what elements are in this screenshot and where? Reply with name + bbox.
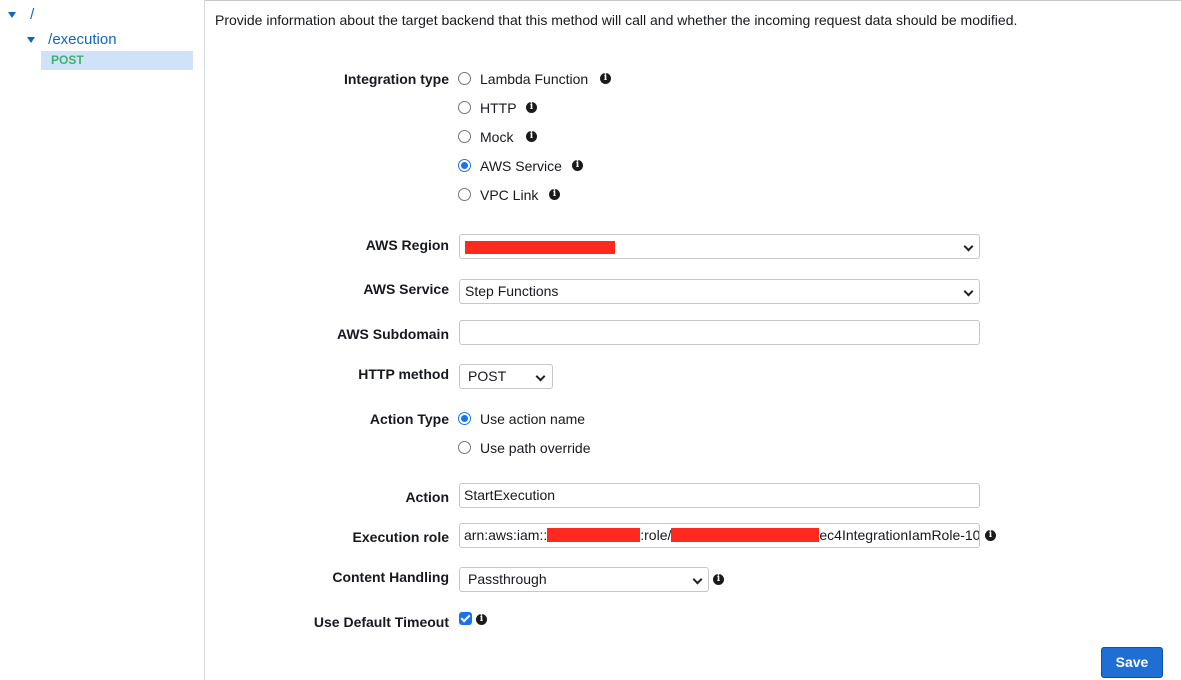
execution-role-label: Execution role: [352, 529, 449, 545]
info-icon[interactable]: i: [572, 160, 583, 171]
radio-label-aws-service[interactable]: AWS Service: [480, 158, 562, 174]
default-timeout-checkbox[interactable]: [459, 612, 472, 625]
tree-root-label[interactable]: /: [30, 6, 34, 23]
radio-vpc-link[interactable]: [458, 188, 471, 201]
radio-label-use-action-name[interactable]: Use action name: [480, 411, 585, 427]
tree-root[interactable]: /: [8, 6, 34, 23]
radio-mock[interactable]: [458, 130, 471, 143]
execution-role-middle: :role/: [640, 527, 672, 543]
content-handling-select[interactable]: Passthrough: [459, 567, 709, 592]
aws-subdomain-input[interactable]: [459, 320, 980, 345]
execution-role-suffix: ec4IntegrationIamRole-10: [819, 527, 980, 543]
radio-http[interactable]: [458, 101, 471, 114]
http-method-value: POST: [468, 368, 507, 384]
radio-use-action-name[interactable]: [458, 412, 471, 425]
info-icon[interactable]: i: [713, 574, 724, 585]
content-handling-value: Passthrough: [468, 571, 547, 587]
radio-label-use-path-override[interactable]: Use path override: [480, 440, 591, 456]
chevron-down-icon: [963, 241, 974, 252]
action-label: Action: [405, 489, 449, 505]
info-icon[interactable]: i: [985, 530, 996, 541]
caret-down-icon[interactable]: [8, 12, 16, 19]
radio-label-http[interactable]: HTTP: [480, 100, 517, 116]
redacted-region: [465, 241, 615, 254]
info-icon[interactable]: i: [526, 131, 537, 142]
tree-method-post[interactable]: POST: [41, 51, 193, 70]
info-icon[interactable]: i: [476, 614, 487, 625]
caret-down-icon[interactable]: [27, 37, 35, 44]
aws-region-select[interactable]: [459, 234, 980, 259]
aws-region-label: AWS Region: [365, 237, 449, 253]
save-button[interactable]: Save: [1101, 647, 1163, 678]
aws-subdomain-label: AWS Subdomain: [337, 326, 449, 342]
radio-label-lambda-function[interactable]: Lambda Function: [480, 71, 588, 87]
content-top-border: [205, 0, 1181, 1]
radio-aws-service[interactable]: [458, 159, 471, 172]
action-input[interactable]: StartExecution: [459, 483, 980, 508]
info-icon[interactable]: i: [549, 189, 560, 200]
radio-lambda-function[interactable]: [458, 72, 471, 85]
aws-service-select[interactable]: Step Functions: [459, 279, 980, 304]
http-method-label: HTTP method: [358, 366, 449, 382]
aws-service-value: Step Functions: [465, 283, 559, 299]
redacted-role-name: [671, 528, 820, 542]
tree-resource-label[interactable]: /execution: [48, 31, 116, 48]
execution-role-prefix: arn:aws:iam::: [464, 527, 548, 543]
integration-type-label: Integration type: [343, 71, 449, 87]
radio-use-path-override[interactable]: [458, 441, 471, 454]
chevron-down-icon: [692, 574, 703, 585]
radio-label-vpc-link[interactable]: VPC Link: [480, 187, 538, 203]
chevron-down-icon: [963, 286, 974, 297]
tree-resource-execution[interactable]: /execution: [27, 31, 117, 48]
action-type-label: Action Type: [369, 411, 449, 427]
page-description: Provide information about the target bac…: [215, 12, 1018, 28]
info-icon[interactable]: i: [600, 73, 611, 84]
resource-tree: / /execution POST: [0, 0, 205, 680]
aws-service-label: AWS Service: [363, 281, 449, 297]
content-handling-label: Content Handling: [332, 569, 449, 585]
radio-label-mock[interactable]: Mock: [480, 129, 513, 145]
chevron-down-icon: [535, 371, 546, 382]
info-icon[interactable]: i: [526, 102, 537, 113]
execution-role-input[interactable]: arn:aws:iam:::role/ec4IntegrationIamRole…: [459, 523, 980, 548]
redacted-account-id: [547, 528, 641, 542]
http-method-select[interactable]: POST: [459, 364, 553, 389]
default-timeout-label: Use Default Timeout: [313, 614, 449, 630]
